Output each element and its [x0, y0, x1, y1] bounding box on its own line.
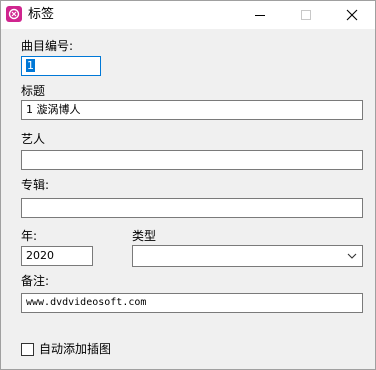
artist-label: 艺人 [21, 132, 46, 146]
title-field[interactable]: 1 漩涡博人 [21, 100, 363, 120]
track-number-value: 1 [26, 59, 35, 72]
maximize-button[interactable] [283, 1, 329, 29]
app-icon [6, 6, 22, 22]
title-bar[interactable]: 标签 [1, 1, 375, 29]
auto-cover-label[interactable]: 自动添加插图 [39, 342, 111, 357]
tag-editor-window: 标签 曲目编号: 1 标题 1 漩涡博人 艺人 专辑: 年: 2020 类型 备… [0, 0, 376, 370]
artist-field[interactable] [21, 150, 363, 170]
close-button[interactable] [329, 1, 375, 29]
track-number-field[interactable]: 1 [21, 56, 101, 76]
genre-dropdown[interactable] [132, 245, 363, 267]
year-field[interactable]: 2020 [21, 246, 93, 266]
album-label: 专辑: [21, 178, 50, 192]
genre-label: 类型 [132, 229, 157, 243]
maximize-icon [301, 10, 311, 20]
minimize-button[interactable] [237, 1, 283, 29]
chevron-down-icon [347, 253, 357, 259]
close-icon [346, 9, 358, 21]
track-number-label: 曲目编号: [21, 39, 74, 53]
year-label: 年: [21, 229, 38, 243]
minimize-icon [255, 15, 265, 16]
comment-field[interactable]: www.dvdvideosoft.com [21, 293, 363, 313]
comment-label: 备注: [21, 274, 50, 288]
album-field[interactable] [21, 198, 363, 218]
window-title: 标签 [28, 7, 55, 22]
auto-cover-checkbox[interactable] [21, 343, 34, 356]
title-label: 标题 [21, 84, 46, 98]
